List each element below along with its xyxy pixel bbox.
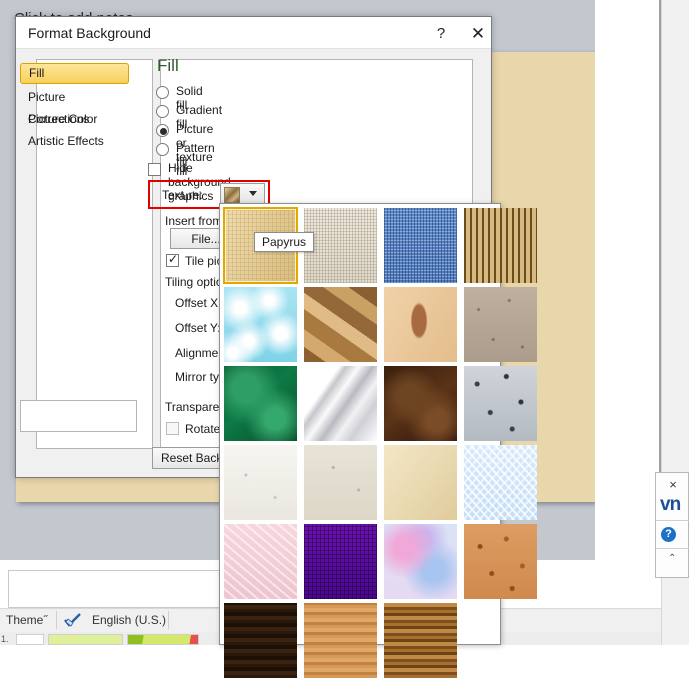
divider bbox=[656, 548, 689, 549]
field-label-insert-from: Insert from bbox=[165, 214, 223, 228]
page-title: Fill bbox=[157, 56, 179, 75]
brand-label: vn bbox=[660, 494, 681, 515]
status-language-label[interactable]: English (U.S.) bbox=[92, 613, 166, 627]
slide-thumbnail[interactable] bbox=[127, 634, 199, 645]
texture-swatch-newsprint[interactable] bbox=[224, 445, 297, 520]
texture-tooltip: Papyrus bbox=[254, 232, 315, 252]
workspace-white-area bbox=[595, 0, 660, 560]
checkbox-icon[interactable] bbox=[166, 422, 179, 435]
radio-icon[interactable] bbox=[156, 143, 169, 156]
slide-number-label: 1. bbox=[1, 634, 9, 644]
sidebar-item-label: Artistic Effects bbox=[28, 134, 104, 148]
help-icon[interactable]: ? bbox=[429, 23, 453, 45]
notes-pane[interactable] bbox=[8, 570, 221, 608]
texture-swatch-icon bbox=[224, 187, 240, 203]
sidebar-item-label: Fill bbox=[29, 66, 45, 80]
checkbox-icon[interactable] bbox=[148, 163, 161, 176]
spellcheck-icon[interactable] bbox=[64, 613, 82, 630]
close-icon[interactable]: ✕ bbox=[466, 23, 490, 45]
field-label-rotate: Rotate bbox=[185, 422, 221, 436]
field-label-transparency: Transparen bbox=[165, 400, 226, 414]
texture-swatch-sand[interactable] bbox=[464, 287, 537, 362]
texture-swatch-medium-wood[interactable] bbox=[384, 603, 457, 678]
sidebar-item-picture-corrections[interactable]: Picture Corrections bbox=[20, 86, 129, 126]
divider bbox=[168, 611, 169, 629]
status-theme-label[interactable]: Theme˝ bbox=[6, 613, 47, 627]
texture-swatch-fish-fossil[interactable] bbox=[384, 287, 457, 362]
texture-swatch-paper-bag[interactable] bbox=[304, 287, 377, 362]
texture-swatch-canvas[interactable] bbox=[304, 208, 377, 283]
field-label-alignment: Alignmen bbox=[175, 346, 226, 360]
texture-swatch-water-droplets[interactable] bbox=[224, 287, 297, 362]
texture-swatch-green-marble[interactable] bbox=[224, 366, 297, 441]
texture-gallery-flyout bbox=[219, 203, 537, 678]
texture-swatch-pink-tissue-paper[interactable] bbox=[224, 524, 297, 599]
sidebar-item-label: Picture Color bbox=[28, 112, 98, 126]
field-label-offset-y: Offset Y: bbox=[175, 321, 221, 335]
texture-swatch-granite[interactable] bbox=[464, 366, 537, 441]
divider bbox=[56, 611, 57, 629]
radio-icon[interactable] bbox=[156, 124, 169, 137]
dialog-title: Format Background bbox=[28, 25, 151, 41]
texture-swatch-stationery[interactable] bbox=[464, 445, 537, 520]
radio-icon[interactable] bbox=[156, 86, 169, 99]
texture-swatch-bouquet[interactable] bbox=[384, 524, 457, 599]
texture-swatch-brown-marble[interactable] bbox=[384, 366, 457, 441]
chevron-up-icon[interactable]: ⌃ bbox=[668, 553, 676, 564]
texture-swatch-white-marble[interactable] bbox=[304, 366, 377, 441]
close-icon[interactable]: × bbox=[666, 478, 680, 492]
radio-icon[interactable] bbox=[156, 105, 169, 118]
dialog-lower-left-box bbox=[20, 400, 137, 432]
sidebar-item-artistic-effects[interactable]: Artistic Effects bbox=[20, 130, 129, 152]
texture-swatch-walnut[interactable] bbox=[224, 603, 297, 678]
texture-label: Textᵤre: bbox=[162, 188, 203, 202]
texture-swatch-denim[interactable] bbox=[384, 208, 457, 283]
field-label-offset-x: Offset X: bbox=[175, 296, 222, 310]
texture-dropdown-button[interactable] bbox=[220, 183, 265, 205]
texture-swatch-woven-mat[interactable] bbox=[464, 208, 537, 283]
texture-swatch-cork[interactable] bbox=[464, 524, 537, 599]
help-icon[interactable]: ? bbox=[661, 527, 676, 542]
slide-thumbnail[interactable] bbox=[48, 634, 123, 645]
texture-swatch-recycled-paper[interactable] bbox=[304, 445, 377, 520]
divider bbox=[656, 520, 689, 521]
field-label-tiling-options: Tiling optio bbox=[165, 275, 223, 289]
texture-swatch-parchment[interactable] bbox=[384, 445, 457, 520]
checkbox-icon[interactable] bbox=[166, 252, 179, 267]
texture-swatch-purple-mesh[interactable] bbox=[304, 524, 377, 599]
slide-thumbnail[interactable] bbox=[16, 634, 44, 645]
sidebar-item-picture-color[interactable]: Picture Color bbox=[20, 108, 129, 130]
chevron-down-icon[interactable] bbox=[249, 191, 257, 196]
sidebar-item-fill[interactable]: Fill bbox=[20, 63, 129, 84]
texture-swatch-oak[interactable] bbox=[304, 603, 377, 678]
